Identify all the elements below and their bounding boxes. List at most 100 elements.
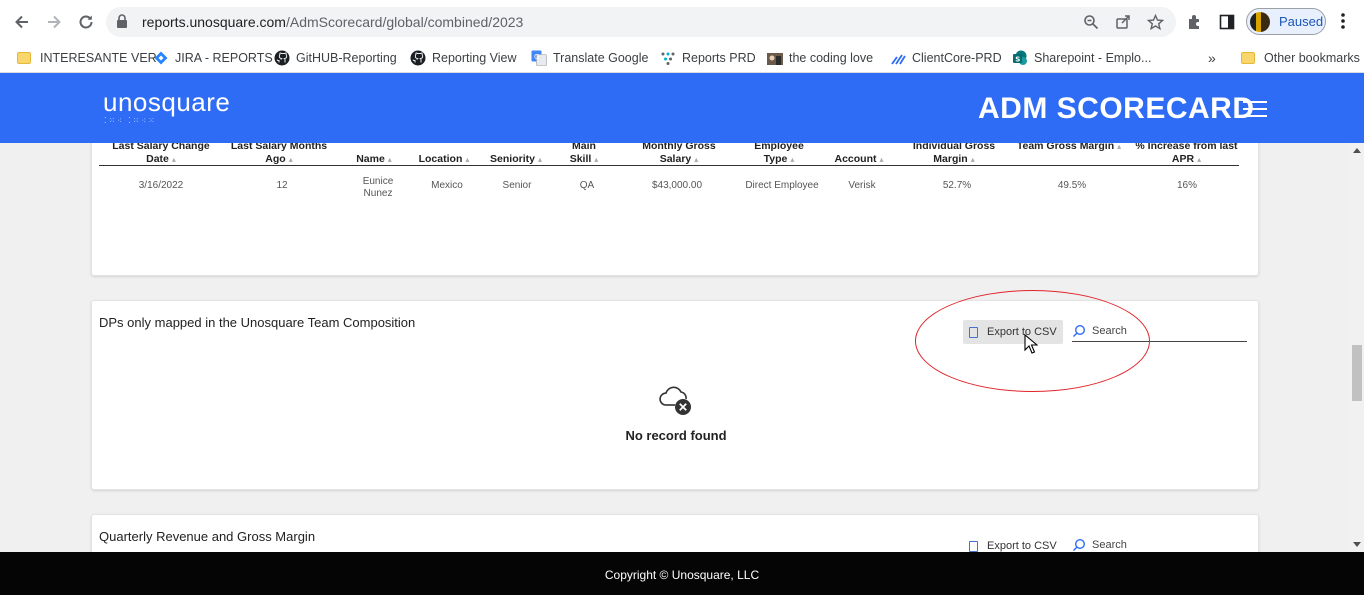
table-cell: Eunice Nunez bbox=[362, 176, 394, 199]
bookmark-label: INTERESANTE VER bbox=[40, 51, 157, 65]
github-icon bbox=[274, 50, 290, 66]
column-header[interactable]: Team Gross Margin ▴ bbox=[1014, 143, 1124, 153]
bookmark-label: Reports PRD bbox=[682, 51, 756, 65]
table-cell: Senior bbox=[502, 180, 532, 191]
table-cell: Mexico bbox=[431, 180, 463, 191]
bookmark-label: GitHUB-Reporting bbox=[296, 51, 397, 65]
side-panel-icon[interactable] bbox=[1216, 11, 1238, 33]
empty-state-text: No record found bbox=[625, 428, 727, 443]
bookmark-translate-google[interactable]: G Translate Google bbox=[531, 47, 648, 69]
reload-icon bbox=[79, 15, 93, 29]
back-button[interactable] bbox=[10, 10, 34, 34]
search-input[interactable]: Search bbox=[1072, 534, 1247, 552]
column-header[interactable]: Account ▴ bbox=[824, 153, 894, 166]
section-title: Quarterly Revenue and Gross Margin bbox=[99, 529, 316, 544]
table-cell: $43,000.00 bbox=[651, 180, 703, 191]
bookmark-label: ClientCore-PRD bbox=[912, 51, 1002, 65]
other-bookmarks-label: Other bookmarks bbox=[1264, 51, 1360, 65]
bookmark-sharepoint[interactable]: S Sharepoint - Emplo... bbox=[1012, 47, 1151, 69]
profile-button[interactable]: Paused bbox=[1246, 8, 1326, 35]
file-icon bbox=[969, 540, 978, 552]
column-header[interactable]: Name ▴ bbox=[344, 153, 404, 166]
folder-icon bbox=[16, 50, 32, 66]
bookmark-label: Translate Google bbox=[553, 51, 649, 65]
bookmarks-bar: INTERESANTE VER JIRA - REPORTS GitHUB-Re… bbox=[0, 43, 1364, 73]
svg-text:G: G bbox=[534, 53, 539, 61]
scrollbar-thumb[interactable] bbox=[1352, 345, 1362, 401]
share-icon[interactable] bbox=[1113, 13, 1133, 31]
table-cell: 16% bbox=[1176, 180, 1197, 191]
export-label: Export to CSV bbox=[987, 540, 1057, 552]
page-title: ADM SCORECARD bbox=[978, 92, 1255, 125]
bookmark-clientcore-prd[interactable]: ClientCore-PRD bbox=[890, 47, 1002, 69]
bookmark-the-coding-love[interactable]: the coding love bbox=[767, 47, 873, 69]
bookmark-github-reporting[interactable]: GitHUB-Reporting bbox=[274, 47, 397, 69]
translate-icon: G bbox=[531, 50, 547, 66]
hamburger-menu-icon[interactable] bbox=[1243, 101, 1267, 117]
footer: Copyright © Unosquare, LLC bbox=[0, 552, 1364, 595]
url-path: /AdmScorecard/global/combined/2023 bbox=[285, 14, 524, 30]
bookmark-jira-reports[interactable]: JIRA - REPORTS bbox=[153, 47, 273, 69]
column-header[interactable]: Seniority ▴ bbox=[481, 153, 551, 166]
table-cell: Verisk bbox=[848, 180, 876, 191]
address-bar[interactable]: reports.unosquare.com/AdmScorecard/globa… bbox=[106, 7, 1176, 37]
logo-dots: ⁚⁙⁖ ⁚⁙⁖⁙ bbox=[104, 116, 157, 125]
column-header[interactable]: Individual Gross Margin ▴ bbox=[899, 143, 1009, 166]
bookmark-label: Reporting View bbox=[432, 51, 517, 65]
folder-icon bbox=[1240, 50, 1256, 66]
search-icon bbox=[1073, 538, 1086, 551]
bookmark-label: Sharepoint - Emplo... bbox=[1034, 51, 1152, 65]
bookmarks-overflow-button[interactable]: » bbox=[1208, 47, 1216, 69]
section-title: DPs only mapped in the Unosquare Team Co… bbox=[99, 315, 416, 330]
column-header[interactable]: Employee Type ▴ bbox=[744, 143, 814, 166]
browser-toolbar: reports.unosquare.com/AdmScorecard/globa… bbox=[0, 0, 1364, 43]
bookmark-label: the coding love bbox=[789, 51, 874, 65]
other-bookmarks[interactable]: Other bookmarks bbox=[1240, 47, 1360, 69]
reload-button[interactable] bbox=[74, 10, 98, 34]
chevron-double-right-icon: » bbox=[1208, 50, 1216, 66]
column-header[interactable]: % Increase from last APR ▴ bbox=[1129, 143, 1244, 166]
column-header[interactable]: Last Salary Change Date ▴ bbox=[101, 143, 221, 166]
sharepoint-icon: S bbox=[1012, 50, 1028, 66]
mouse-cursor-icon bbox=[1024, 334, 1038, 354]
arrow-left-icon bbox=[15, 15, 28, 29]
export-csv-button[interactable]: Export to CSV bbox=[963, 534, 1063, 552]
table-header: Last Salary Change Date ▴ Last Salary Mon… bbox=[99, 143, 1239, 166]
jira-icon bbox=[153, 50, 169, 66]
scroll-down-icon[interactable] bbox=[1353, 542, 1361, 547]
logo[interactable]: unosquare bbox=[103, 87, 230, 118]
salary-table-card: Last Salary Change Date ▴ Last Salary Mon… bbox=[91, 143, 1259, 276]
arrow-right-icon bbox=[48, 15, 61, 29]
star-icon[interactable] bbox=[1145, 13, 1165, 31]
browser-menu-icon[interactable] bbox=[1340, 12, 1346, 35]
copyright-text: Copyright © Unosquare, LLC bbox=[604, 568, 760, 582]
extensions-icon[interactable] bbox=[1184, 11, 1206, 33]
svg-text:S: S bbox=[1015, 56, 1020, 64]
column-header[interactable]: Main Skill ▴ bbox=[559, 143, 609, 166]
clientcore-icon bbox=[890, 50, 906, 66]
quarterly-revenue-card: Quarterly Revenue and Gross Margin Expor… bbox=[91, 514, 1259, 552]
table-cell: 12 bbox=[276, 180, 288, 191]
cloud-error-icon bbox=[659, 386, 691, 415]
search-placeholder: Search bbox=[1092, 538, 1127, 551]
bookmark-interesante-ver[interactable]: INTERESANTE VER bbox=[16, 47, 157, 69]
table-cell: 52.7% bbox=[942, 180, 972, 191]
page-scrollbar[interactable] bbox=[1350, 143, 1364, 552]
lock-icon bbox=[117, 14, 127, 28]
bookmark-reporting-view[interactable]: Reporting View bbox=[410, 47, 517, 69]
avatar bbox=[1250, 11, 1270, 32]
bookmark-reports-prd[interactable]: Reports PRD bbox=[660, 47, 756, 69]
column-header[interactable]: Location ▴ bbox=[409, 153, 479, 166]
bookmark-label: JIRA - REPORTS bbox=[175, 51, 273, 65]
table-cell: QA bbox=[579, 180, 595, 191]
scroll-up-icon[interactable] bbox=[1353, 148, 1361, 153]
url-host: reports.unosquare.com bbox=[142, 14, 286, 30]
reports-icon bbox=[660, 50, 676, 66]
forward-button[interactable] bbox=[42, 10, 66, 34]
zoom-icon[interactable] bbox=[1081, 13, 1101, 31]
url-text: reports.unosquare.com/AdmScorecard/globa… bbox=[142, 14, 523, 30]
profile-status: Paused bbox=[1279, 14, 1324, 29]
column-header[interactable]: Last Salary Months Ago ▴ bbox=[224, 143, 334, 166]
column-header[interactable]: Monthly Gross Salary ▴ bbox=[624, 143, 734, 166]
github-icon bbox=[410, 50, 426, 66]
